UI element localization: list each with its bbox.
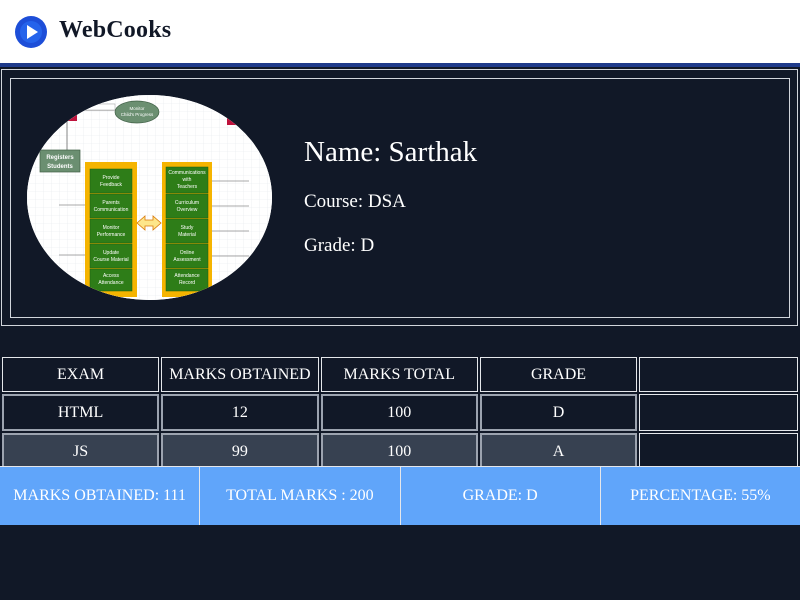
table-empty-cell	[639, 394, 798, 431]
svg-text:Study: Study	[181, 225, 194, 231]
table-header-cell: GRADE	[479, 357, 638, 392]
svg-text:Monitor: Monitor	[103, 225, 120, 231]
profile-photo: Monitor Child's Progress Registers Stude…	[27, 95, 272, 300]
svg-text:Communication: Communication	[94, 207, 129, 213]
table-empty-cell	[639, 357, 798, 392]
table-cell: HTML	[2, 394, 160, 431]
table-cell: 100	[320, 433, 478, 470]
svg-text:Record: Record	[179, 280, 195, 286]
svg-text:with: with	[183, 177, 192, 183]
table-cell: 12	[161, 394, 319, 431]
table-header-cell: EXAM	[2, 357, 160, 392]
svg-text:Child's Progress: Child's Progress	[121, 112, 154, 117]
table-cell: A	[479, 433, 638, 470]
table-header-cell: MARKS TOTAL	[320, 357, 478, 392]
svg-text:Online: Online	[180, 250, 195, 256]
summary-total-marks: TOTAL MARKS : 200	[199, 466, 400, 525]
table-row: JS 99 100 A	[2, 433, 798, 470]
table-row: HTML 12 100 D	[2, 394, 798, 431]
student-course: Course: DSA	[304, 191, 406, 212]
svg-text:Students: Students	[47, 164, 73, 170]
svg-text:Teachers: Teachers	[177, 184, 198, 190]
table-header-row: EXAM MARKS OBTAINED MARKS TOTAL GRADE	[2, 357, 798, 392]
svg-text:Provide: Provide	[103, 175, 120, 181]
svg-text:Overview: Overview	[177, 207, 198, 213]
svg-text:Registers: Registers	[46, 155, 74, 161]
svg-text:Attendance: Attendance	[98, 280, 124, 286]
table-cell: 100	[320, 394, 478, 431]
table-empty-cell	[639, 433, 798, 470]
svg-text:Curriculum: Curriculum	[175, 200, 199, 206]
summary-percentage: PERCENTAGE: 55%	[599, 466, 800, 525]
marks-table: EXAM MARKS OBTAINED MARKS TOTAL GRADE HT…	[0, 355, 800, 472]
table-cell: D	[479, 394, 638, 431]
svg-text:Assessment: Assessment	[173, 257, 201, 263]
table-cell: JS	[2, 433, 160, 470]
play-circle-icon[interactable]	[15, 16, 47, 48]
svg-text:Parents: Parents	[102, 200, 120, 206]
summary-marks-obtained: MARKS OBTAINED: 111	[0, 466, 200, 525]
table-cell: 99	[161, 433, 319, 470]
svg-text:Feedback: Feedback	[100, 182, 122, 188]
svg-text:Communications: Communications	[168, 170, 206, 176]
svg-text:Performance: Performance	[97, 232, 126, 238]
svg-text:Course Material: Course Material	[93, 257, 128, 263]
summary-bar: MARKS OBTAINED: 111 TOTAL MARKS : 200 GR…	[0, 466, 800, 525]
svg-text:Update: Update	[103, 250, 119, 256]
svg-text:Attendance: Attendance	[174, 273, 200, 279]
student-name: Name: Sarthak	[304, 136, 478, 168]
table-header-cell: MARKS OBTAINED	[161, 357, 319, 392]
student-grade: Grade: D	[304, 235, 375, 256]
summary-grade: GRADE: D	[399, 466, 600, 525]
svg-text:Material: Material	[178, 232, 196, 238]
svg-text:Monitor: Monitor	[129, 106, 145, 111]
brand-name[interactable]: WebCooks	[59, 17, 171, 44]
svg-text:Access: Access	[103, 273, 120, 279]
top-bar: WebCooks	[0, 0, 800, 67]
